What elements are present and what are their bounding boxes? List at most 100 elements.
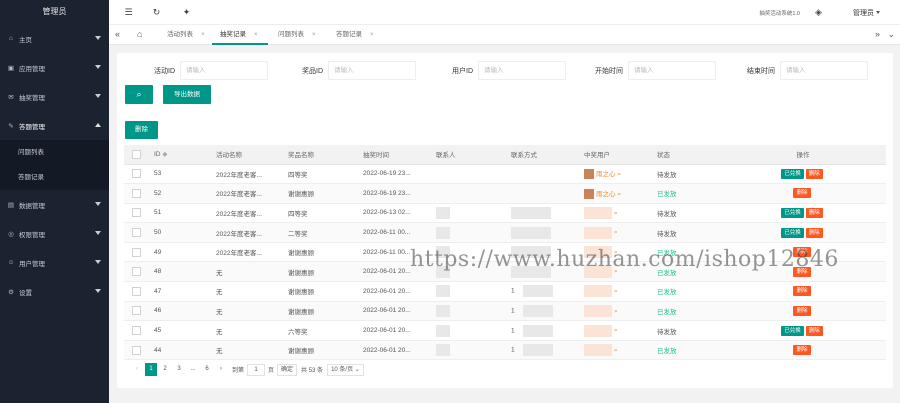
chevron-icon	[95, 289, 101, 293]
row-redeem-button[interactable]: 已兑换	[781, 227, 804, 238]
row-delete-button[interactable]: 删除	[805, 325, 823, 336]
sidebar-item-5[interactable]: ◎ 权限管理	[0, 219, 109, 248]
row-checkbox[interactable]	[124, 261, 148, 283]
search-icon[interactable]: ⌕	[618, 191, 622, 198]
sidebar-item-2[interactable]: ✉ 抽奖管理	[0, 82, 109, 111]
tab-scroll-right-icon[interactable]: »	[875, 29, 880, 40]
search-icon[interactable]: ⌕	[614, 210, 618, 217]
search-button[interactable]: ⌕	[125, 85, 153, 104]
cell-activity: 2022年度老客...	[210, 164, 282, 185]
search-icon[interactable]: ⌕	[618, 171, 622, 178]
cell-activity: 2022年度老客...	[210, 242, 282, 263]
row-checkbox[interactable]	[124, 203, 148, 224]
row-delete-button[interactable]: 删除	[805, 207, 823, 218]
search-icon[interactable]: ⌕	[614, 308, 618, 315]
search-icon[interactable]: ⌕	[614, 347, 618, 354]
tab-0[interactable]: 活动列表 ×	[159, 25, 215, 45]
page-button[interactable]: 1	[145, 363, 157, 376]
filter-input[interactable]: 请输入	[478, 61, 566, 80]
cell-prize: 六等奖	[282, 320, 357, 341]
close-icon[interactable]: ×	[370, 32, 374, 38]
filter-input[interactable]: 请输入	[328, 61, 416, 80]
cell-prize: 四等奖	[282, 203, 357, 224]
tab-menu-chevron-icon[interactable]: ⌄	[887, 29, 895, 40]
page-button[interactable]: 2	[159, 363, 171, 376]
col-id[interactable]: ID ◆	[148, 145, 210, 165]
cell-winner: 雨之心 ⌕	[578, 183, 651, 204]
row-redeem-button[interactable]: 已兑换	[781, 168, 804, 179]
sidebar-item-7[interactable]: ⚙ 设置	[0, 277, 109, 306]
cell-time: 2022-06-11 00...	[357, 222, 430, 243]
goto-page-input[interactable]: 1	[247, 363, 266, 376]
cell-id: 48	[148, 261, 210, 283]
search-icon[interactable]: ⌕	[614, 229, 618, 236]
row-delete-button[interactable]: 删除	[805, 227, 823, 238]
system-version: 抽奖活动系统1.0	[759, 11, 800, 17]
row-checkbox[interactable]	[124, 183, 148, 204]
row-checkbox[interactable]	[124, 281, 148, 302]
filter-input[interactable]: 请输入	[628, 61, 716, 80]
search-icon[interactable]: ⌕	[614, 288, 618, 295]
row-delete-button[interactable]: 删除	[793, 188, 811, 199]
row-delete-button[interactable]: 删除	[805, 168, 823, 179]
row-checkbox[interactable]	[124, 242, 148, 263]
col-activity: 活动名称	[210, 145, 282, 165]
filter-input[interactable]: 请输入	[780, 61, 868, 80]
sort-icon[interactable]: ◆	[162, 151, 167, 158]
search-icon[interactable]: ⌕	[614, 327, 618, 334]
close-icon[interactable]: ×	[201, 32, 205, 38]
clear-cache-icon[interactable]: ✦	[181, 7, 192, 18]
page-button[interactable]: 3	[173, 363, 185, 376]
page-size-select[interactable]: 10 条/页 ⌄	[327, 363, 364, 376]
cell-contact	[430, 340, 505, 361]
sidebar-item-6[interactable]: ☺ 用户管理	[0, 248, 109, 277]
cell-winner: ⌕	[578, 222, 651, 243]
sidebar-item-1[interactable]: ▣ 应用管理	[0, 53, 109, 82]
col-phone: 联系方式	[505, 145, 578, 165]
page-button[interactable]: 6	[201, 363, 213, 376]
tab-3[interactable]: 答题记录 ×	[328, 25, 384, 45]
prev-page-icon[interactable]: ‹	[131, 363, 143, 376]
theme-icon[interactable]: ◈	[813, 7, 824, 18]
goto-confirm-button[interactable]: 确定	[277, 363, 298, 376]
row-delete-button[interactable]: 删除	[793, 345, 811, 356]
page-button[interactable]: ...	[187, 363, 199, 376]
user-menu[interactable]: 管理员	[853, 8, 874, 18]
menu-toggle-icon[interactable]: ☰	[123, 7, 134, 18]
select-all-checkbox[interactable]	[124, 145, 148, 165]
row-delete-button[interactable]: 删除	[793, 305, 811, 316]
row-checkbox[interactable]	[124, 320, 148, 341]
submenu-item-1[interactable]: 答题记录	[0, 165, 109, 190]
sidebar-item-3[interactable]: ✎ 答题管理	[0, 111, 109, 140]
submenu-item-0[interactable]: 问题列表	[0, 140, 109, 165]
cell-status: 已发放	[651, 183, 720, 204]
filter-input[interactable]: 请输入	[180, 61, 268, 80]
close-icon[interactable]: ×	[254, 32, 258, 38]
row-checkbox[interactable]	[124, 164, 148, 185]
refresh-icon[interactable]: ↻	[151, 7, 162, 18]
cell-activity: 无	[210, 281, 282, 302]
row-redeem-button[interactable]: 已兑换	[781, 207, 804, 218]
next-page-icon[interactable]: ›	[215, 363, 227, 376]
row-delete-button[interactable]: 删除	[793, 286, 811, 297]
redacted-contact	[436, 285, 450, 298]
cell-contact	[430, 164, 505, 185]
row-checkbox[interactable]	[124, 301, 148, 322]
sidebar-item-4[interactable]: ▤ 数据管理	[0, 190, 109, 219]
cell-contact	[430, 281, 505, 302]
export-button[interactable]: 导出数据	[163, 85, 211, 104]
tab-1[interactable]: 抽奖记录 ×	[212, 25, 268, 45]
tab-scroll-left-icon[interactable]: «	[115, 29, 120, 40]
row-checkbox[interactable]	[124, 340, 148, 361]
chevron-down-icon[interactable]	[876, 11, 880, 14]
topbar: ☰ ↻ ✦ 抽奖活动系统1.0 ◈ 管理员	[109, 0, 900, 25]
row-redeem-button[interactable]: 已兑换	[781, 325, 804, 336]
delete-button[interactable]: 删除	[125, 121, 158, 139]
close-icon[interactable]: ×	[312, 32, 316, 38]
cell-winner: ⌕	[578, 340, 651, 361]
sidebar-item-0[interactable]: ⌂ 主页	[0, 24, 109, 53]
row-checkbox[interactable]	[124, 222, 148, 243]
home-tab-icon[interactable]: ⌂	[137, 29, 142, 40]
table-row: 45 无六等奖 2022-06-01 20... 1 ⌕ 待发放 已兑换 删除	[124, 320, 886, 341]
tab-2[interactable]: 问题列表 ×	[270, 25, 326, 45]
